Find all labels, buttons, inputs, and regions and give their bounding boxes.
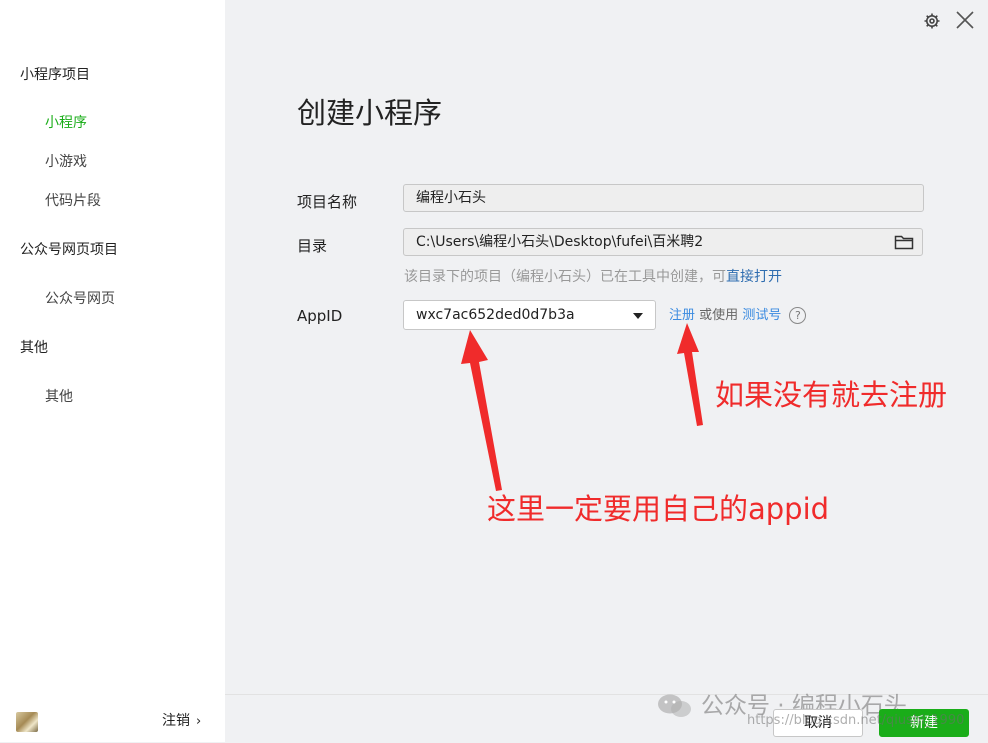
appid-label: AppID [297, 307, 343, 325]
sidebar-item-official-web[interactable]: 公众号网页 [45, 288, 115, 308]
watermark-url: https://blog.csdn.net/qiushi_1990 [747, 713, 965, 728]
group-title-official-account: 公众号网页项目 [20, 242, 118, 258]
caret-down-icon [633, 313, 643, 319]
directory-label: 目录 [297, 237, 328, 255]
main-panel: 创建小程序 项目名称 编程小石头 目录 C:\Users\编程小石头\Deskt… [225, 0, 988, 743]
sidebar-item-minigame[interactable]: 小游戏 [45, 151, 87, 171]
group-title-miniprogram: 小程序项目 [20, 67, 90, 83]
help-icon[interactable]: ? [789, 307, 807, 324]
directory-hint-text: 该目录下的项目（编程小石头）已在工具中创建，可 [404, 269, 726, 285]
project-name-input[interactable]: 编程小石头 [403, 184, 924, 212]
group-title-other: 其他 [20, 340, 48, 356]
avatar[interactable] [16, 712, 38, 732]
arrow-to-register [677, 323, 703, 426]
open-directly-link[interactable]: 直接打开 [726, 269, 782, 285]
or-use-text: 或使用 [699, 308, 739, 323]
sidebar-item-code-snippet[interactable]: 代码片段 [45, 190, 101, 210]
appid-value: wxc7ac652ded0d7b3a [416, 307, 575, 323]
annotation-appid-note: 这里一定要用自己的appid [487, 492, 830, 526]
sidebar-item-miniprogram[interactable]: 小程序 [45, 112, 87, 132]
chevron-right-icon: › [196, 714, 202, 729]
arrow-to-appid [461, 330, 502, 491]
appid-links: 注册 或使用 测试号 ? [669, 304, 807, 324]
page-title: 创建小程序 [297, 96, 443, 130]
sidebar: 小程序项目 小程序 小游戏 代码片段 公众号网页项目 公众号网页 其他 其他 注… [0, 0, 225, 742]
folder-icon[interactable] [894, 233, 914, 251]
sidebar-item-other[interactable]: 其他 [45, 386, 73, 406]
directory-input[interactable]: C:\Users\编程小石头\Desktop\fufei\百米聘2 [403, 228, 923, 256]
test-account-link[interactable]: 测试号 [742, 308, 781, 323]
project-name-label: 项目名称 [297, 193, 358, 211]
wechat-icon [658, 694, 691, 717]
gear-icon[interactable] [922, 11, 942, 31]
register-link[interactable]: 注册 [669, 308, 695, 323]
logout-label: 注销 [162, 713, 190, 729]
annotation-register-note: 如果没有就去注册 [715, 378, 948, 412]
appid-select[interactable]: wxc7ac652ded0d7b3a [403, 300, 656, 330]
close-icon[interactable] [954, 9, 976, 31]
directory-hint: 该目录下的项目（编程小石头）已在工具中创建，可直接打开 [404, 266, 782, 286]
logout-button[interactable]: 注销 › [162, 710, 201, 730]
